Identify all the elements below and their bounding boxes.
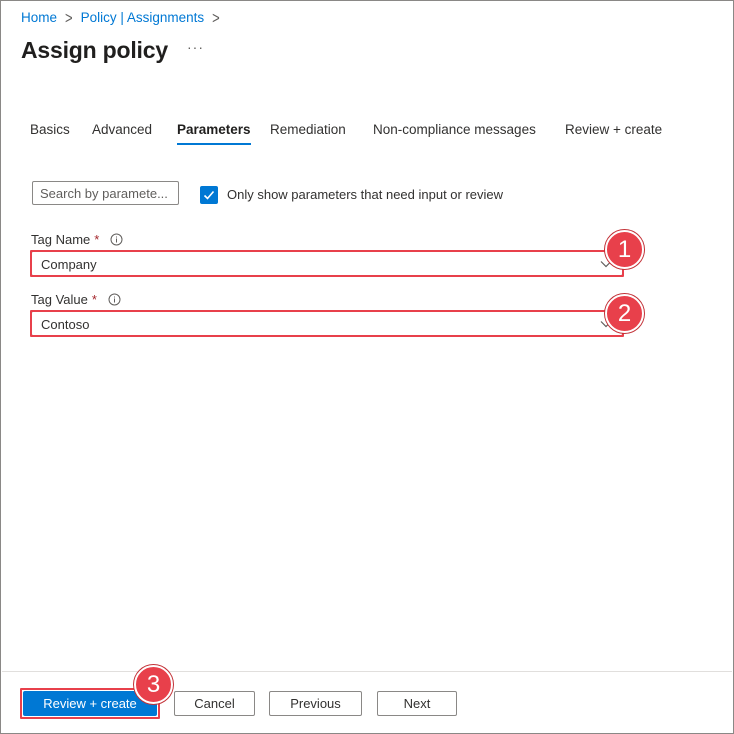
page-title: Assign policy xyxy=(21,37,168,63)
previous-button[interactable]: Previous xyxy=(269,691,362,716)
tag-name-value: Company xyxy=(41,257,97,272)
tab-basics[interactable]: Basics xyxy=(30,122,70,145)
next-button[interactable]: Next xyxy=(377,691,457,716)
callout-badge-1: 1 xyxy=(605,230,644,269)
footer-divider xyxy=(2,671,732,672)
tag-value-dropdown[interactable]: Contoso xyxy=(31,311,623,336)
info-icon[interactable] xyxy=(110,233,123,246)
chevron-right-icon: > xyxy=(212,7,220,28)
tab-remediation[interactable]: Remediation xyxy=(270,122,346,145)
tag-name-dropdown[interactable]: Company xyxy=(31,251,623,276)
callout-badge-2: 2 xyxy=(605,294,644,333)
checkbox-label: Only show parameters that need input or … xyxy=(227,187,504,202)
tag-value-value: Contoso xyxy=(41,317,90,332)
tab-non-compliance-messages[interactable]: Non-compliance messages xyxy=(373,122,536,145)
breadcrumb: Home > Policy | Assignments > xyxy=(21,7,228,28)
required-asterisk: * xyxy=(91,292,97,307)
tag-name-label-text: Tag Name xyxy=(31,232,91,247)
window-frame: Home > Policy | Assignments > Assign pol… xyxy=(0,0,734,734)
callout-badge-3: 3 xyxy=(134,665,173,704)
info-icon[interactable] xyxy=(108,293,121,306)
tag-value-label-text: Tag Value xyxy=(31,292,88,307)
parameter-search-input[interactable] xyxy=(32,181,179,205)
checkmark-icon xyxy=(203,190,215,200)
breadcrumb-policy-assignments[interactable]: Policy | Assignments xyxy=(81,10,205,25)
only-show-needed-checkbox[interactable] xyxy=(200,186,218,204)
tab-parameters[interactable]: Parameters xyxy=(177,122,251,145)
breadcrumb-home[interactable]: Home xyxy=(21,10,57,25)
cancel-button[interactable]: Cancel xyxy=(174,691,255,716)
more-options-button[interactable]: ··· xyxy=(187,39,204,55)
tab-review-create[interactable]: Review + create xyxy=(565,122,662,145)
tag-name-label: Tag Name * xyxy=(31,232,123,247)
tag-value-label: Tag Value * xyxy=(31,292,121,307)
chevron-right-icon: > xyxy=(65,7,73,28)
tab-advanced[interactable]: Advanced xyxy=(92,122,152,145)
required-asterisk: * xyxy=(94,232,100,247)
